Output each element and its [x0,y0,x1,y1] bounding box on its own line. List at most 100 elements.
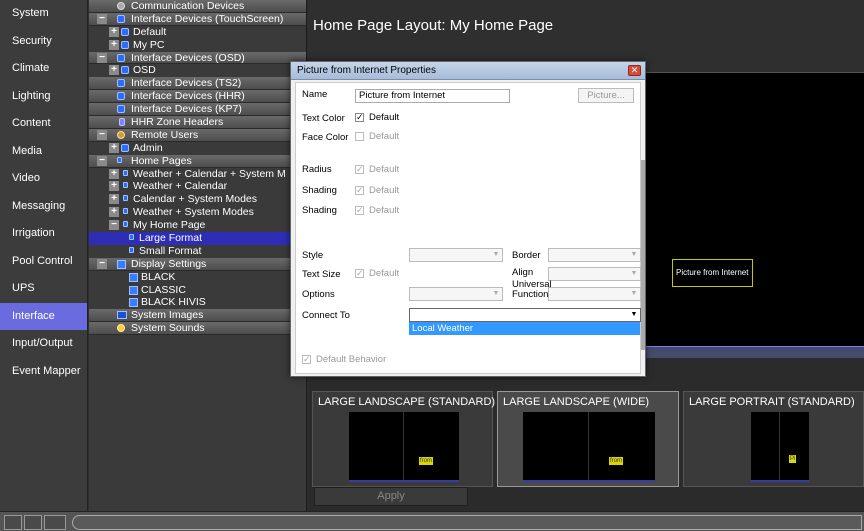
tree-item-label: Calendar + System Modes [133,193,258,206]
layout-thumbnail: from [349,412,459,482]
tree-item-interface-devices-osd[interactable]: − Interface Devices (OSD) [89,51,306,65]
thumbnail-divider [523,412,589,480]
tree-item-label: Interface Devices (HHR) [131,90,245,103]
tree-item-large-format[interactable]: Large Format [89,232,306,245]
device-icon [121,40,129,49]
device-icon [117,53,125,62]
tree-item-label: Weather + Calendar + System M [133,167,286,180]
tree-item-communication-devices[interactable]: Communication Devices [89,0,306,13]
nav-item-event-mapper[interactable]: Event Mapper [0,358,87,386]
align-select[interactable]: ▼ [548,267,641,281]
expand-icon[interactable]: + [109,181,119,192]
nav-item-ups[interactable]: UPS [0,275,87,303]
tree-item-weather-system-modes[interactable]: + Weather + System Modes [89,206,306,219]
text-color-default-label: Default [369,112,400,123]
nav-item-interface[interactable]: Interface [0,302,87,330]
face-color-default-checkbox[interactable] [355,132,364,141]
nav-item-system[interactable]: System [0,0,87,28]
expand-icon[interactable]: + [109,26,119,37]
options-select[interactable]: ▼ [409,287,503,301]
dropdown-option-local-weather[interactable]: Local Weather [409,322,640,335]
nav-item-lighting[interactable]: Lighting [0,83,87,111]
tree-item-system-sounds[interactable]: System Sounds [89,322,306,336]
layout-thumbnail: from [523,412,655,482]
tree-item-calendar-system-modes[interactable]: + Calendar + System Modes [89,193,306,206]
layout-card-title: LARGE PORTRAIT (STANDARD) [689,396,855,408]
tree-item-display-settings[interactable]: − Display Settings [89,257,306,271]
collapse-icon[interactable]: − [109,220,119,231]
tree-item-default[interactable]: + Default [89,26,306,39]
tree-item-small-format[interactable]: Small Format [89,245,306,258]
nav-item-input-output[interactable]: Input/Output [0,330,87,358]
tree-item-interface-devices-ts2[interactable]: Interface Devices (TS2) [89,77,306,91]
tree-item-interface-devices-hhr[interactable]: Interface Devices (HHR) [89,90,306,104]
apply-button[interactable]: Apply [314,487,468,506]
shading-default-checkbox[interactable]: ✓ [355,186,364,195]
tree-item-admin[interactable]: + Admin [89,142,306,155]
tree-item-osd[interactable]: + OSD [89,64,306,77]
expand-icon[interactable]: + [109,168,119,179]
expand-icon[interactable]: + [109,207,119,218]
nav-item-video[interactable]: Video [0,165,87,193]
tree-item-interface-devices-kp7[interactable]: Interface Devices (KP7) [89,103,306,117]
universal-function-select[interactable]: ▼ [548,287,641,301]
tree-item-black[interactable]: BLACK [89,271,306,284]
border-select[interactable]: ▼ [548,248,641,262]
nav-item-media[interactable]: Media [0,138,87,166]
tree-item-interface-devices-touchscreen[interactable]: − Interface Devices (TouchScreen) [89,12,306,26]
shading-label: Shading [302,185,337,196]
dialog-scrollbar[interactable] [641,160,645,350]
text-size-default-label: Default [369,268,400,279]
collapse-icon[interactable]: − [97,13,107,24]
nav-item-content[interactable]: Content [0,110,87,138]
nav-item-irrigation[interactable]: Irrigation [0,220,87,248]
nav-item-security[interactable]: Security [0,28,87,56]
collapse-icon[interactable]: − [97,155,107,166]
nav-item-climate[interactable]: Climate [0,55,87,83]
tree-item-classic[interactable]: CLASSIC [89,284,306,297]
collapse-icon[interactable]: − [97,129,107,140]
text-color-default-checkbox[interactable]: ✓ [355,113,364,122]
nav-item-messaging[interactable]: Messaging [0,193,87,221]
collapse-icon[interactable]: − [97,258,107,269]
tree-item-weather-calendar-system-m[interactable]: + Weather + Calendar + System M [89,168,306,181]
tree-item-black-hivis[interactable]: BLACK HIVIS [89,296,306,309]
tree-item-remote-users[interactable]: − Remote Users [89,128,306,142]
expand-icon[interactable]: + [109,65,119,76]
connect-to-select[interactable]: ▼ [409,308,641,322]
tree-item-label: Home Pages [131,154,192,167]
dialog-titlebar[interactable]: Picture from Internet Properties ✕ [291,62,645,80]
tree-item-my-home-page[interactable]: − My Home Page [89,219,306,232]
close-icon[interactable]: ✕ [628,65,641,76]
tree-item-system-images[interactable]: System Images [89,309,306,323]
style-select[interactable]: ▼ [409,248,503,262]
tree-item-home-pages[interactable]: − Home Pages [89,154,306,168]
name-field[interactable]: Picture from Internet [355,89,510,103]
device-icon [117,14,125,23]
connect-to-label: Connect To [302,310,350,321]
device-icon [121,143,129,152]
expand-icon[interactable]: + [109,194,119,205]
tree-item-hhr-zone-headers[interactable]: HHR Zone Headers [89,116,306,129]
nav-item-pool-control[interactable]: Pool Control [0,248,87,276]
layout-card-large-landscape-standard[interactable]: LARGE LANDSCAPE (STANDARD) from [312,391,495,487]
expand-icon[interactable]: + [109,39,119,50]
picture-button[interactable]: Picture... [578,88,634,103]
shading-default-checkbox[interactable]: ✓ [355,206,364,215]
layout-card-large-portrait-standard[interactable]: LARGE PORTRAIT (STANDARD) Pi [683,391,864,487]
layout-card-large-landscape-wide[interactable]: LARGE LANDSCAPE (WIDE) from [497,391,679,487]
stack-icon [117,259,126,269]
page-icon [129,246,134,253]
expand-icon[interactable]: + [109,142,119,153]
shading-default-label: Default [369,185,400,196]
radius-default-checkbox[interactable]: ✓ [355,165,364,174]
tree-item-weather-calendar[interactable]: + Weather + Calendar [89,180,306,193]
radius-default-label: Default [369,164,400,175]
picture-from-internet-widget[interactable]: Picture from Internet [672,259,753,287]
text-size-default-checkbox[interactable]: ✓ [355,269,364,278]
style-label: Style [302,250,324,261]
default-behavior-checkbox[interactable]: ✓ [302,355,311,364]
collapse-icon[interactable]: − [97,52,107,63]
tree-item-my-pc[interactable]: + My PC [89,39,306,52]
hhr-icon [119,118,125,127]
